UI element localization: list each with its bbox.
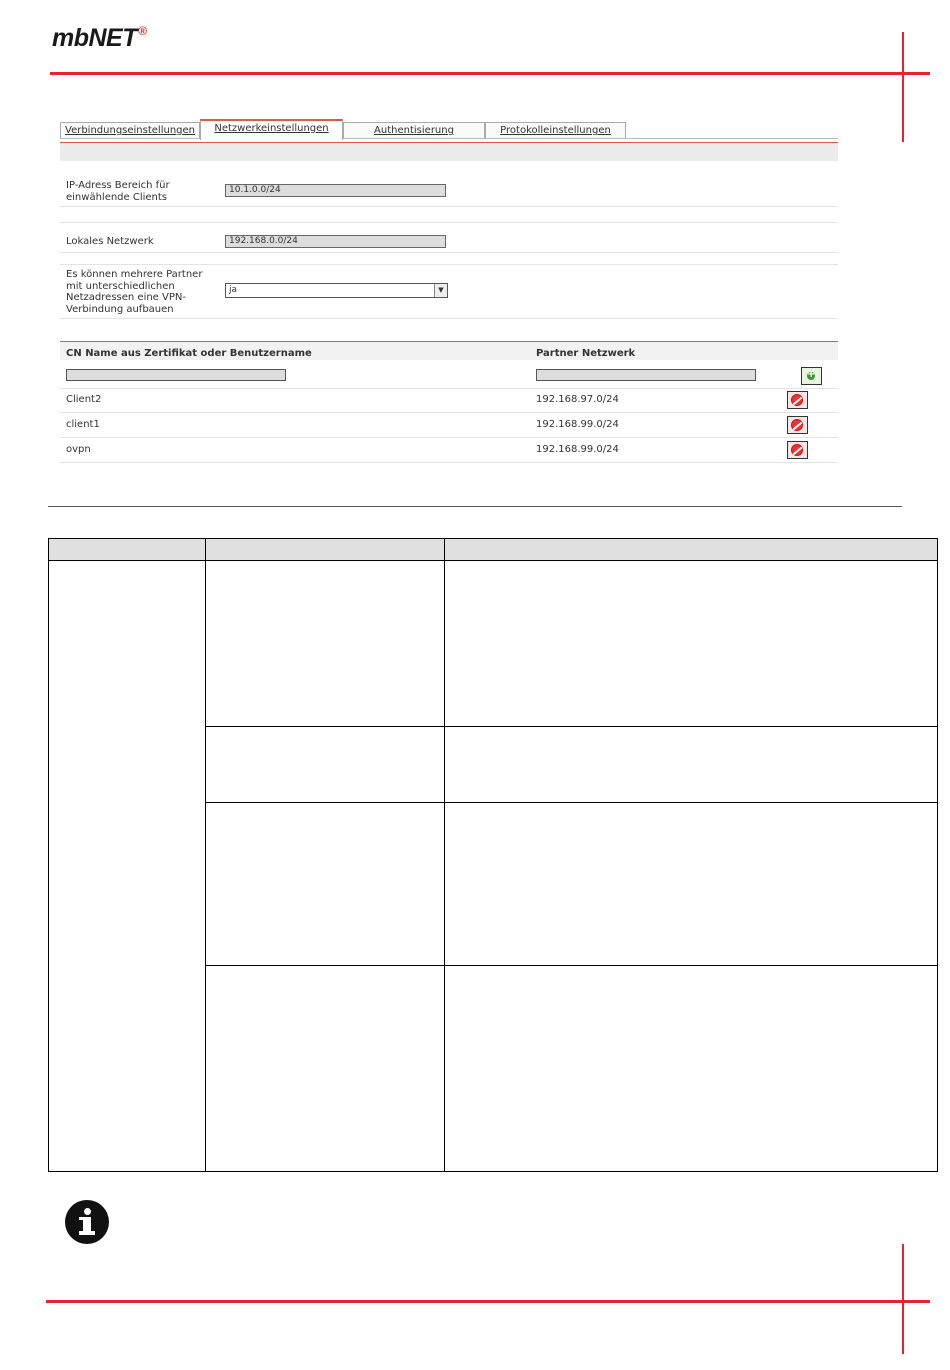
partner-name: client1 (66, 419, 100, 430)
row-separator (60, 388, 838, 389)
row-separator (60, 252, 838, 253)
info-icon (65, 1200, 109, 1244)
delete-icon[interactable] (787, 416, 808, 434)
table-row-divider (205, 802, 937, 803)
ip-range-input[interactable]: 10.1.0.0/24 (225, 184, 446, 197)
tab-bar: Verbindungseinstellungen Netzwerkeinstel… (60, 119, 838, 140)
row-separator (60, 437, 838, 438)
section-band-top (60, 142, 838, 161)
row-separator (60, 318, 838, 319)
column-header-cn-name: CN Name aus Zertifikat oder Benutzername (66, 348, 312, 359)
new-partner-network-input[interactable] (536, 369, 756, 381)
header-margin-mark (902, 32, 904, 142)
footer-margin-mark (902, 1244, 904, 1354)
description-table-header (49, 539, 937, 561)
row-separator (60, 206, 838, 207)
logo-text: mbNET (52, 24, 138, 52)
table-column-divider (444, 539, 445, 1171)
table-column-divider (205, 539, 206, 1171)
column-header-partner-network: Partner Netzwerk (536, 348, 636, 359)
tab-protokolleinstellungen[interactable]: Protokolleinstellungen (485, 122, 626, 138)
header-rule (50, 72, 930, 75)
logo-mark: ® (138, 24, 147, 38)
new-cn-name-input[interactable] (66, 369, 286, 381)
partner-network: 192.168.99.0/24 (536, 444, 619, 455)
multi-partner-select-value: ja (229, 285, 238, 295)
delete-icon[interactable] (787, 441, 808, 459)
footer-rule (46, 1300, 930, 1303)
row-separator (60, 412, 838, 413)
vpn-settings-panel: Verbindungseinstellungen Netzwerkeinstel… (60, 116, 838, 464)
tab-netzwerkeinstellungen[interactable]: Netzwerkeinstellungen (200, 119, 343, 140)
partner-name: Client2 (66, 394, 102, 405)
table-row-divider (205, 965, 937, 966)
multi-partner-select[interactable]: ja ▼ (225, 283, 448, 298)
table-row-divider (205, 726, 937, 727)
section-divider (48, 506, 902, 507)
ip-range-label: IP-Adress Bereich für einwählende Client… (66, 180, 170, 203)
delete-icon[interactable] (787, 391, 808, 409)
local-network-label: Lokales Netzwerk (66, 236, 154, 247)
multi-partner-label: Es können mehrere Partner mit unterschie… (66, 269, 203, 315)
row-separator (60, 462, 838, 463)
partner-network: 192.168.97.0/24 (536, 394, 619, 405)
partner-network: 192.168.99.0/24 (536, 419, 619, 430)
chevron-down-icon[interactable]: ▼ (434, 284, 447, 297)
tab-authentisierung[interactable]: Authentisierung (343, 122, 485, 138)
tab-verbindungseinstellungen[interactable]: Verbindungseinstellungen (60, 122, 200, 138)
description-table (48, 538, 938, 1172)
row-separator (60, 222, 838, 223)
local-network-input[interactable]: 192.168.0.0/24 (225, 235, 446, 248)
mbnet-logo: mbNET® (52, 24, 147, 53)
add-icon[interactable] (801, 367, 822, 385)
partner-name: ovpn (66, 444, 91, 455)
row-separator (60, 264, 838, 265)
